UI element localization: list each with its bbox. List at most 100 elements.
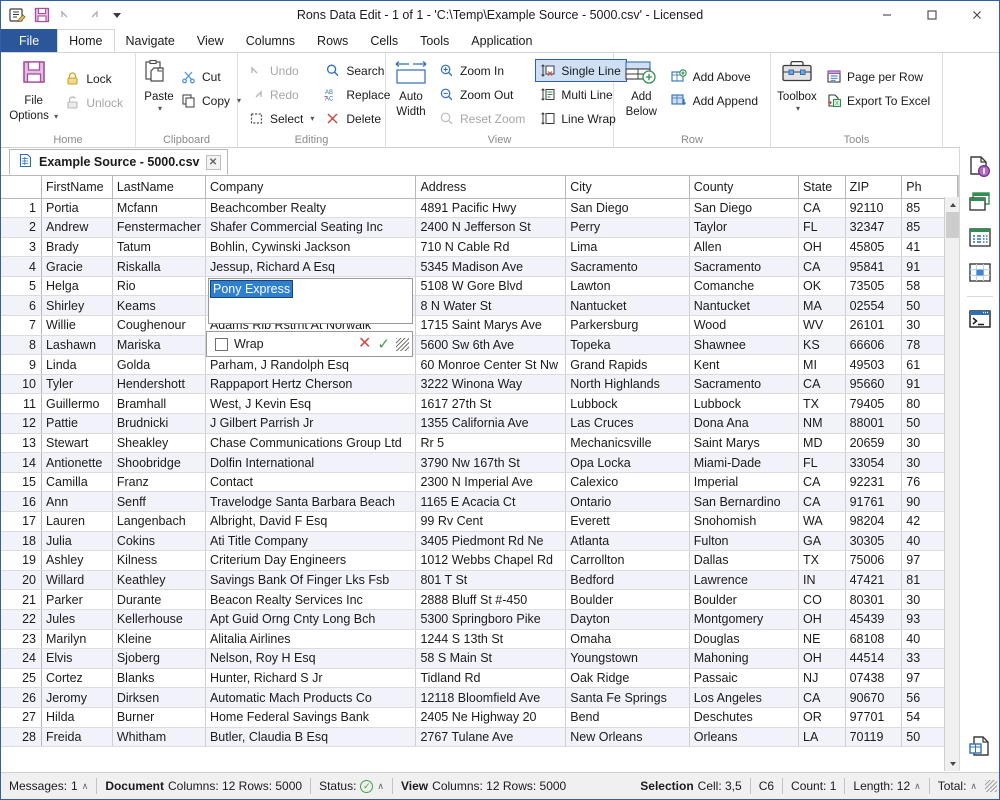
cell-firstname[interactable]: Willie — [41, 315, 113, 336]
table-row[interactable]: 17 Lauren Langenbach Albright, David F Esq 9… — [1, 511, 958, 532]
table-row[interactable]: 4 Gracie Riskalla Jessup, Richard A Esq 5345… — [1, 256, 958, 277]
cell-firstname[interactable]: Tyler — [41, 374, 113, 395]
new-document-icon[interactable] — [966, 733, 994, 761]
search-button[interactable]: Search — [320, 59, 396, 82]
cell-state[interactable]: GA — [798, 531, 846, 552]
cell-city[interactable]: Everett — [565, 511, 690, 532]
cell-lastname[interactable]: Keams — [112, 295, 206, 317]
cell-zip[interactable]: 92231 — [845, 472, 903, 493]
cell-state[interactable]: TX — [798, 550, 846, 571]
cell-company[interactable]: Home Federal Savings Bank — [205, 707, 417, 728]
cell-city[interactable]: Parkersburg — [565, 315, 690, 336]
cell-state[interactable]: LA — [798, 727, 846, 748]
cell-zip[interactable]: 20659 — [845, 433, 903, 454]
cell-firstname[interactable]: Lauren — [41, 511, 113, 532]
cell-company[interactable]: Criterium Day Engineers — [205, 550, 417, 571]
col-header-county[interactable]: County — [689, 176, 800, 199]
cell-company[interactable]: Apt Guid Orng Cnty Long Bch — [205, 609, 417, 630]
console-icon[interactable] — [966, 306, 994, 334]
customize-qat-icon[interactable] — [107, 5, 127, 25]
paste-button[interactable]: Paste ▾ — [142, 57, 176, 113]
cell-city[interactable]: New Orleans — [565, 727, 690, 748]
table-row[interactable]: 12 Pattie Brudnicki J Gilbert Parrish Jr 135… — [1, 413, 958, 434]
add-above-button[interactable]: Add Above — [667, 65, 764, 88]
cell-company[interactable]: Bohlin, Cywinski Jackson — [205, 237, 417, 258]
cell-city[interactable]: Topeka — [565, 335, 690, 356]
cell-lastname[interactable]: Blanks — [112, 668, 206, 689]
cell-city[interactable]: Nantucket — [565, 295, 690, 317]
cell-address[interactable]: 5345 Madison Ave — [415, 256, 567, 277]
scroll-up-button[interactable] — [945, 197, 960, 212]
cell-lastname[interactable]: Mariska — [112, 335, 206, 356]
cell-address[interactable]: 60 Monroe Center St Nw — [415, 354, 567, 375]
cell-state[interactable]: OH — [798, 237, 846, 258]
cell-firstname[interactable]: Camilla — [41, 472, 113, 493]
cell-firstname[interactable]: Ashley — [41, 550, 113, 571]
status-total[interactable]: Total: ∧ — [930, 773, 985, 800]
cell-lastname[interactable]: Cokins — [112, 531, 206, 552]
cell-county[interactable]: Saint Marys — [689, 433, 800, 454]
wrap-checkbox[interactable] — [215, 337, 228, 351]
save-icon[interactable] — [32, 5, 52, 25]
cell-city[interactable]: Calexico — [565, 472, 690, 493]
cell-address[interactable]: 2767 Tulane Ave — [415, 727, 567, 748]
cell-zip[interactable]: 98204 — [845, 511, 903, 532]
cell-county[interactable]: Snohomish — [689, 511, 800, 532]
cell-county[interactable]: Shawnee — [689, 335, 800, 356]
cell-state[interactable]: CA — [798, 198, 846, 219]
total-chevron-icon[interactable]: ∧ — [970, 781, 977, 792]
cell-county[interactable]: Douglas — [689, 629, 800, 650]
cell-city[interactable]: Las Cruces — [565, 413, 690, 434]
cell-company[interactable]: J Gilbert Parrish Jr — [205, 413, 417, 434]
document-tab[interactable]: Example Source - 5000.csv ✕ — [9, 149, 228, 175]
cell-state[interactable]: OK — [798, 276, 846, 297]
cell-zip[interactable]: 88001 — [845, 413, 903, 434]
cell-firstname[interactable]: Lashawn — [41, 335, 113, 356]
table-row[interactable]: 9 Linda Golda Parham, J Randolph Esq 60 Monr… — [1, 354, 958, 375]
cell-address[interactable]: 1012 Webbs Chapel Rd — [415, 550, 567, 571]
cell-lastname[interactable]: Franz — [112, 472, 206, 493]
cell-firstname[interactable]: Guillermo — [41, 393, 113, 415]
cell-address[interactable]: 801 T St — [415, 570, 567, 591]
messages-chevron-icon[interactable]: ∧ — [82, 781, 89, 792]
cell-zip[interactable]: 75006 — [845, 550, 903, 571]
cell-city[interactable]: Mechanicsville — [565, 433, 690, 454]
cell-city[interactable]: Lima — [565, 237, 690, 258]
cell-firstname[interactable]: Cortez — [41, 668, 113, 689]
cell-state[interactable]: KS — [798, 335, 846, 356]
cell-address[interactable]: 710 N Cable Rd — [415, 237, 567, 258]
row-number[interactable]: 21 — [1, 589, 42, 610]
cell-state[interactable]: TX — [798, 393, 846, 415]
cell-lastname[interactable]: Coughenour — [112, 315, 206, 336]
cell-lastname[interactable]: Tatum — [112, 237, 206, 258]
cell-company[interactable]: Shafer Commercial Seating Inc — [205, 217, 417, 238]
cell-zip[interactable]: 95660 — [845, 374, 903, 395]
cell-county[interactable]: Sacramento — [689, 374, 800, 395]
status-length[interactable]: Length: 12 ∧ — [845, 773, 928, 800]
tab-rows[interactable]: Rows — [306, 29, 359, 52]
cell-company[interactable]: Ati Title Company — [205, 531, 417, 552]
row-number[interactable]: 1 — [1, 198, 42, 219]
document-tab-close-icon[interactable]: ✕ — [205, 154, 221, 170]
cell-lastname[interactable]: Golda — [112, 354, 206, 375]
tab-application[interactable]: Application — [460, 29, 543, 52]
cell-lastname[interactable]: Sheakley — [112, 433, 206, 454]
cell-address[interactable]: Tidland Rd — [415, 668, 567, 689]
cell-lastname[interactable]: Mcfann — [112, 198, 206, 219]
cell-city[interactable]: Opa Locka — [565, 452, 690, 473]
cell-address[interactable]: 5108 W Gore Blvd — [415, 276, 567, 297]
row-number[interactable]: 24 — [1, 648, 42, 669]
col-header-firstname[interactable]: FirstName — [41, 176, 113, 199]
cell-city[interactable]: North Highlands — [565, 374, 690, 395]
zoom-in-button[interactable]: Zoom In — [434, 59, 531, 82]
cell-firstname[interactable]: Helga — [41, 276, 113, 297]
paste-caret[interactable]: ▾ — [158, 104, 162, 113]
cell-zip[interactable]: 90670 — [845, 687, 903, 708]
cell-zip[interactable]: 79405 — [845, 393, 903, 415]
table-row[interactable]: 5 Helga Rio 5108 W Gore Blvd Lawton Comanche O… — [1, 276, 958, 297]
cell-county[interactable]: Mahoning — [689, 648, 800, 669]
cell-county[interactable]: Montgomery — [689, 609, 800, 630]
lock-button[interactable]: Lock — [60, 67, 129, 90]
length-chevron-icon[interactable]: ∧ — [914, 781, 921, 792]
table-row[interactable]: 28 Freida Whitham Butler, Claudia B Esq 2767… — [1, 727, 958, 748]
